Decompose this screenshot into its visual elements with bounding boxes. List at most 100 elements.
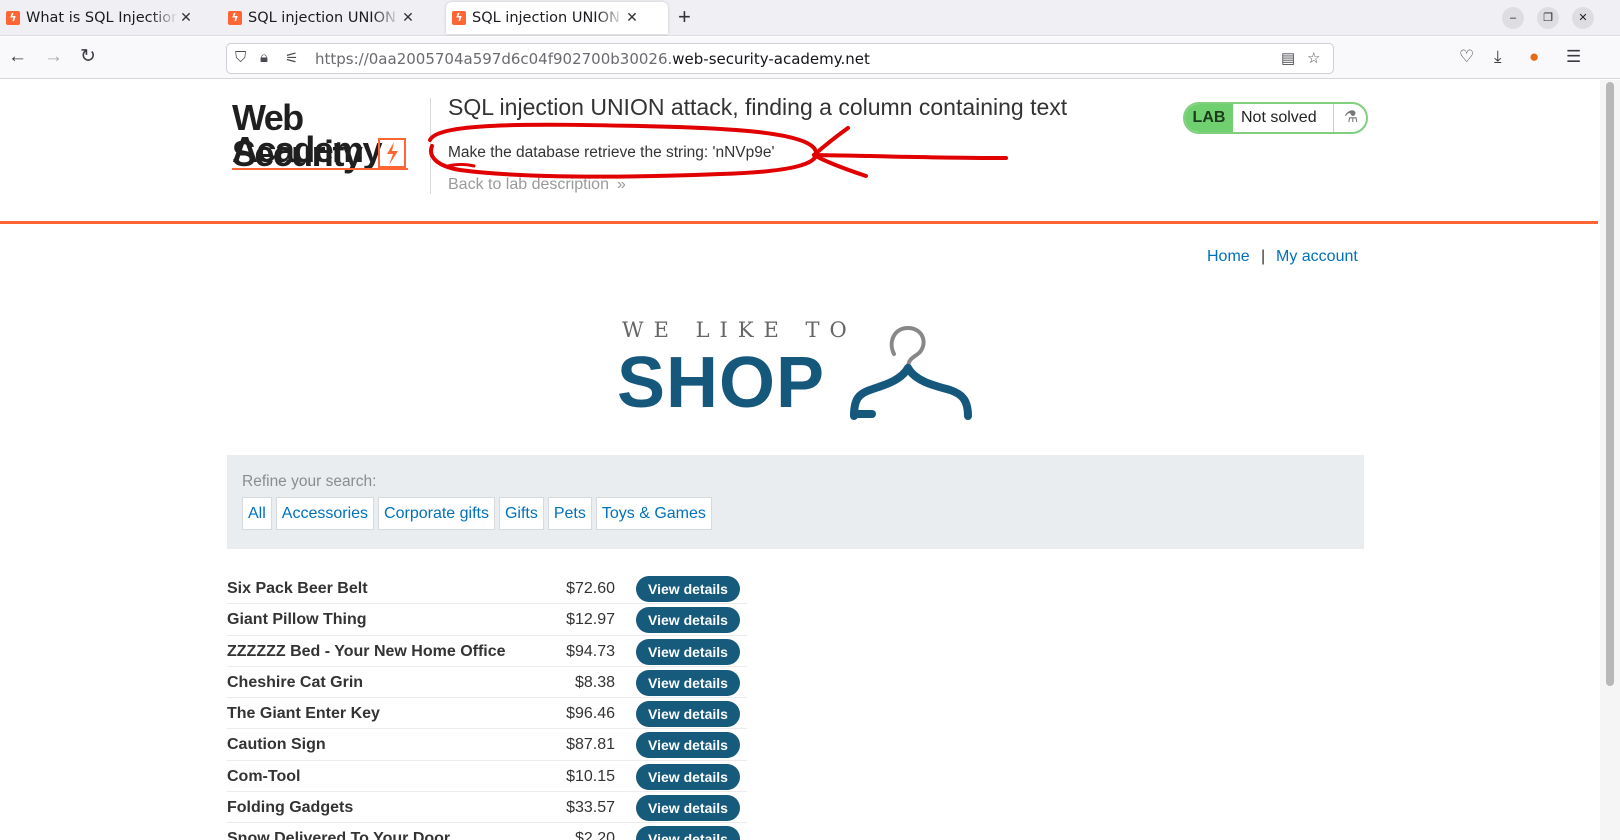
product-name: ZZZZZZ Bed - Your New Home Office (227, 642, 506, 660)
lightning-bolt-icon (378, 138, 406, 168)
category-accessories[interactable]: Accessories (275, 497, 375, 530)
restore-window-icon[interactable]: ❐ (1537, 7, 1559, 29)
lab-title: SQL injection UNION attack, finding a co… (448, 94, 1068, 120)
site-permissions-icon[interactable]: ⚟ (285, 49, 298, 67)
view-details-button[interactable]: View details (636, 732, 740, 759)
bookmark-star-icon[interactable]: ☆ (1307, 49, 1320, 67)
tab-sql-injection-tutorial[interactable]: ϟ What is SQL Injection? Tu ✕ (0, 2, 212, 34)
product-price: $12.97 (566, 611, 615, 629)
page-scrollbar-thumb[interactable] (1606, 82, 1614, 686)
minimize-window-icon[interactable]: – (1502, 7, 1524, 29)
web-page: Web Security Academy SQL injection UNION… (0, 80, 1598, 840)
lab-status-text: Not solved (1241, 109, 1317, 126)
logo-line-2: Academy (232, 129, 382, 170)
category-toys-games[interactable]: Toys & Games (595, 497, 712, 530)
address-bar[interactable]: ⛉ 🔒︎ ⚟ https://0aa2005704a597d6c04f90270… (226, 43, 1334, 74)
forward-arrow-icon[interactable]: → (44, 46, 63, 68)
search-filter-panel: Refine your search: All Accessories Corp… (227, 455, 1364, 549)
navigation-toolbar: ← → ↻ ⛉ 🔒︎ ⚟ https://0aa2005704a597d6c04… (0, 37, 1620, 79)
browser-window: ϟ What is SQL Injection? Tu ✕ ϟ SQL inje… (0, 0, 1620, 840)
reload-icon[interactable]: ↻ (80, 46, 96, 68)
url-prefix: https://0aa2005704a597d6c04f902700b30026… (315, 50, 673, 68)
lab-task-text: Make the database retrieve the string: '… (448, 144, 775, 161)
portswigger-favicon-icon: ϟ (6, 11, 20, 25)
product-price: $2.20 (574, 830, 615, 840)
product-name: Six Pack Beer Belt (227, 580, 368, 597)
tab-union-attack-active[interactable]: ϟ SQL injection UNION atta ✕ (446, 2, 668, 34)
tab-title: SQL injection UNION atta (248, 10, 400, 26)
downloads-icon[interactable]: ⤓ (1494, 46, 1502, 68)
view-details-button[interactable]: View details (636, 795, 740, 822)
product-row: Caution Sign $87.81 View details (227, 729, 747, 761)
hero-tagline: WE LIKE TO (622, 318, 857, 342)
category-filters: All Accessories Corporate gifts Gifts Pe… (242, 497, 712, 530)
header-divider (430, 98, 431, 194)
product-name: Cheshire Cat Grin (227, 673, 364, 691)
close-tab-icon[interactable]: ✕ (400, 10, 416, 26)
product-price: $96.46 (566, 705, 615, 723)
lab-status-widget: LAB Not solved ⚗ (1183, 102, 1368, 134)
portswigger-favicon-icon: ϟ (452, 11, 466, 25)
reader-view-icon[interactable]: ▤ (1281, 49, 1295, 67)
category-all[interactable]: All (242, 497, 272, 530)
pocket-icon[interactable]: ♡ (1459, 46, 1474, 68)
back-to-lab-link[interactable]: Back to lab description » (448, 176, 626, 194)
extension-icon[interactable]: ● (1529, 46, 1539, 68)
product-row: ZZZZZZ Bed - Your New Home Office $94.73… (227, 636, 747, 667)
tab-title: SQL injection UNION atta (472, 10, 624, 26)
url-text: https://0aa2005704a597d6c04f902700b30026… (315, 50, 870, 68)
product-price: $87.81 (566, 736, 615, 754)
web-security-academy-logo[interactable]: Web Security Academy (228, 98, 428, 174)
logo-underline (232, 168, 408, 170)
tracking-shield-icon[interactable]: ⛉ (235, 49, 246, 66)
product-name: Giant Pillow Thing (227, 611, 367, 629)
product-row: The Giant Enter Key $96.46 View details (227, 698, 747, 730)
close-tab-icon[interactable]: ✕ (178, 10, 194, 26)
product-price: $94.73 (566, 642, 615, 660)
view-details-button[interactable]: View details (636, 576, 740, 602)
lock-icon[interactable]: 🔒︎ (260, 49, 268, 66)
hero-shop-word: SHOP (617, 343, 826, 423)
product-name: Snow Delivered To Your Door (227, 830, 451, 840)
view-details-button[interactable]: View details (636, 701, 740, 728)
close-window-icon[interactable]: ✕ (1572, 7, 1594, 29)
view-details-button[interactable]: View details (636, 607, 740, 634)
view-details-button[interactable]: View details (636, 826, 740, 840)
filter-label: Refine your search: (242, 473, 377, 490)
product-table: Six Pack Beer Belt $72.60 View details G… (227, 573, 747, 840)
product-row: Cheshire Cat Grin $8.38 View details (227, 667, 747, 699)
flask-icon: ⚗ (1333, 104, 1366, 132)
product-price: $33.57 (566, 799, 615, 817)
back-arrow-icon[interactable]: ← (8, 46, 27, 68)
tab-union-attack-1[interactable]: ϟ SQL injection UNION atta ✕ (222, 2, 434, 34)
header-orange-rule (0, 221, 1598, 224)
product-row: Com-Tool $10.15 View details (227, 761, 747, 793)
home-link[interactable]: Home (1207, 248, 1250, 266)
tab-title: What is SQL Injection? Tu (26, 10, 178, 26)
lab-badge: LAB (1185, 104, 1233, 132)
product-row: Folding Gadgets $33.57 View details (227, 792, 747, 824)
product-row: Giant Pillow Thing $12.97 View details (227, 604, 747, 636)
category-gifts[interactable]: Gifts (498, 497, 544, 530)
product-price: $72.60 (566, 580, 615, 597)
new-tab-plus-icon[interactable]: + (678, 6, 691, 28)
nav-separator: | (1261, 248, 1266, 265)
url-host: web-security-academy.net (672, 50, 870, 68)
view-details-button[interactable]: View details (636, 669, 740, 696)
tab-strip: ϟ What is SQL Injection? Tu ✕ ϟ SQL inje… (0, 0, 1620, 36)
back-link-label: Back to lab description (448, 176, 609, 193)
close-tab-icon[interactable]: ✕ (624, 10, 640, 26)
product-name: Caution Sign (227, 736, 326, 754)
category-corporate-gifts[interactable]: Corporate gifts (378, 497, 495, 530)
product-name: Com-Tool (227, 767, 301, 785)
portswigger-favicon-icon: ϟ (228, 11, 242, 25)
product-price: $10.15 (566, 767, 615, 785)
double-chevron-right-icon: » (616, 176, 626, 193)
product-name: Folding Gadgets (227, 799, 354, 817)
view-details-button[interactable]: View details (636, 638, 740, 665)
product-price: $8.38 (574, 673, 615, 691)
app-menu-icon[interactable]: ☰ (1566, 46, 1581, 68)
category-pets[interactable]: Pets (547, 497, 592, 530)
my-account-link[interactable]: My account (1276, 248, 1358, 266)
view-details-button[interactable]: View details (636, 763, 740, 790)
